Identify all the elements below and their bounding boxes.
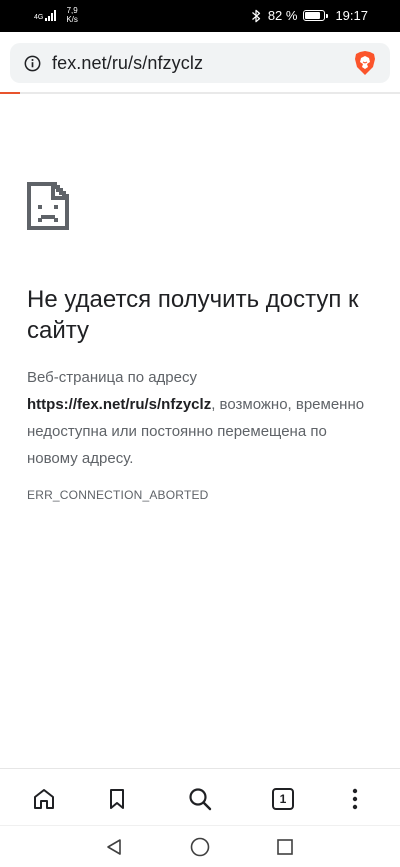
speed-unit: K/s — [66, 15, 78, 24]
error-title: Не удается получить доступ к сайту — [27, 286, 359, 344]
network-type: 4G — [34, 14, 44, 21]
bottom-toolbar: 1 — [0, 768, 400, 825]
browser-toolbar: fex.net/ru/s/nfzyclz — [0, 32, 400, 92]
battery-percent: 82 % — [267, 8, 298, 23]
error-desc-url: https://fex.net/ru/s/nfzyclz — [27, 396, 212, 413]
nav-back-button[interactable] — [103, 836, 125, 858]
signal-icon — [45, 9, 57, 21]
menu-button[interactable] — [341, 785, 369, 813]
bookmarks-button[interactable] — [103, 785, 131, 813]
status-right: 82 % 19:17 — [250, 8, 368, 23]
error-desc-prefix: Веб-страница по адресу — [27, 369, 197, 386]
nav-home-button[interactable] — [189, 836, 211, 858]
tabs-button[interactable]: 1 — [269, 785, 297, 813]
battery-icon — [303, 10, 329, 21]
bluetooth-icon — [251, 9, 260, 22]
status-bar: 4G 7,9 K/s 82 % 19:17 — [0, 0, 400, 32]
clock: 19:17 — [335, 8, 368, 23]
page-load-progress — [0, 92, 400, 94]
progress-fill — [0, 92, 20, 94]
url-text[interactable]: fex.net/ru/s/nfzyclz — [52, 53, 354, 74]
search-icon — [189, 788, 212, 811]
brave-lion-icon[interactable] — [354, 50, 376, 76]
network-speed: 7,9 K/s — [66, 6, 78, 24]
home-circle-icon — [190, 837, 210, 857]
address-bar[interactable]: fex.net/ru/s/nfzyclz — [10, 43, 390, 83]
tab-count: 1 — [272, 788, 294, 810]
system-navigation-bar — [0, 825, 400, 867]
back-triangle-icon — [107, 839, 121, 855]
status-left: 4G 7,9 K/s — [34, 6, 78, 24]
more-vertical-icon — [352, 788, 358, 810]
sad-page-icon — [27, 182, 69, 230]
battery-fill — [305, 12, 321, 19]
network-indicator: 4G — [34, 9, 57, 21]
error-description: Веб-страница по адресу https://fex.net/r… — [27, 364, 377, 472]
error-code: ERR_CONNECTION_ABORTED — [27, 488, 209, 502]
recents-square-icon — [277, 839, 293, 855]
bookmark-icon — [110, 789, 124, 809]
search-button[interactable] — [186, 785, 214, 813]
nav-recents-button[interactable] — [274, 836, 296, 858]
home-button[interactable] — [30, 785, 58, 813]
info-icon[interactable] — [24, 55, 41, 72]
home-icon — [34, 789, 54, 809]
speed-value: 7,9 — [66, 6, 78, 15]
